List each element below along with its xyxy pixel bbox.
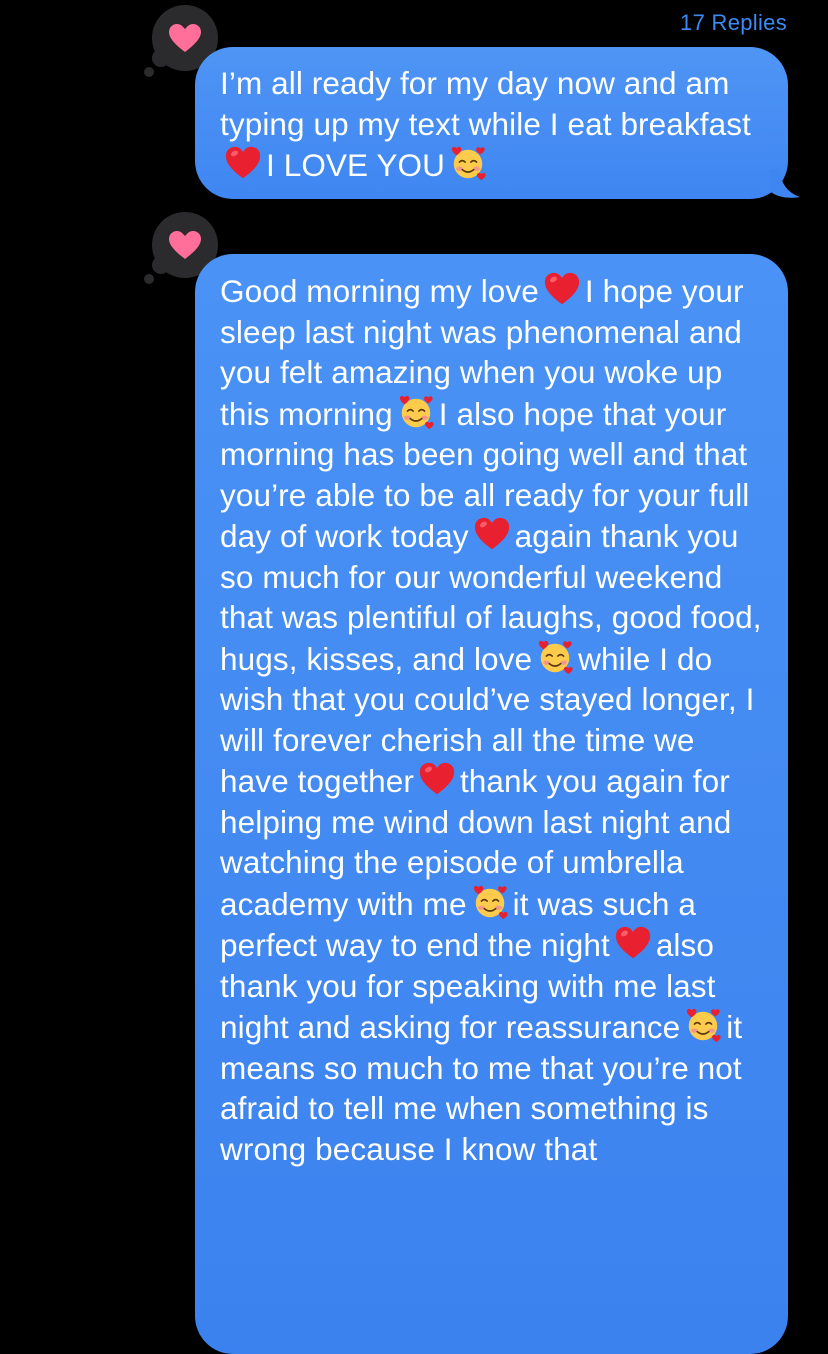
message-text-segment: I’m all ready for my day now and am typi… xyxy=(220,65,751,142)
message-text-segment: Good morning my love xyxy=(220,273,539,309)
message-text-segment: I LOVE YOU xyxy=(266,147,445,183)
message-bubble[interactable]: Good morning my love I hope your sleep la… xyxy=(195,254,788,1354)
smiling-face-with-hearts-emoji xyxy=(538,640,573,674)
message-bubble[interactable]: I’m all ready for my day now and am typi… xyxy=(195,47,800,199)
smiling-face-with-hearts-emoji xyxy=(399,395,434,429)
smiling-face-with-hearts-emoji xyxy=(473,885,508,919)
smiling-face-with-hearts-emoji xyxy=(687,1008,721,1043)
message-text: Good morning my love I hope your sleep la… xyxy=(220,270,768,1169)
red-heart-emoji xyxy=(474,517,509,550)
red-heart-emoji xyxy=(225,146,261,179)
bubble-tail xyxy=(770,169,800,198)
message-text: I’m all ready for my day now and am typi… xyxy=(220,63,768,186)
replies-link[interactable]: 17 Replies xyxy=(680,10,787,36)
red-heart-emoji xyxy=(615,926,650,959)
red-heart-emoji xyxy=(544,272,580,305)
smiling-face-with-hearts-emoji xyxy=(451,146,486,181)
red-heart-emoji xyxy=(419,762,455,795)
